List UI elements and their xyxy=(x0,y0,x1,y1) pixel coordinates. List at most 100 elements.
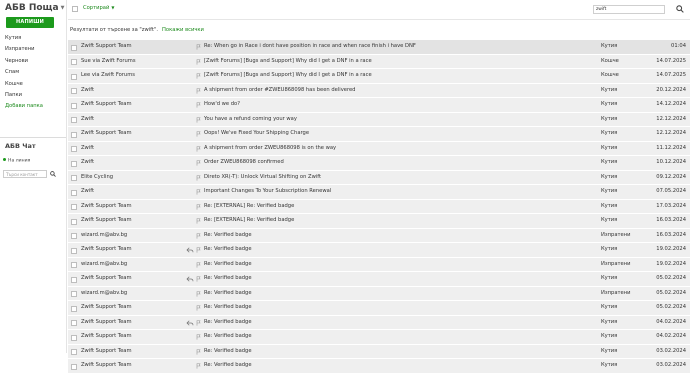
flag-icon[interactable] xyxy=(196,44,201,50)
flag-icon[interactable] xyxy=(196,102,201,108)
email-row[interactable]: Zwift Support Team Re: Verified badge Кути… xyxy=(68,315,690,330)
sidebar-item-spam[interactable]: Спам xyxy=(5,67,63,78)
email-row[interactable]: Zwift Support Team Re: Verified badge Кути… xyxy=(68,344,690,359)
email-date: 17.03.2024 xyxy=(656,202,686,209)
email-row[interactable]: Zwift A shipment from order ZWEU868098 is… xyxy=(68,141,690,156)
flag-icon[interactable] xyxy=(196,348,201,355)
flag-icon[interactable] xyxy=(196,116,201,123)
flag-icon[interactable] xyxy=(196,174,201,181)
email-sender: Zwift Support Team xyxy=(81,130,132,136)
email-checkbox[interactable] xyxy=(71,305,77,312)
email-row[interactable]: wizard.m@abv.bg Re: Verified badge Изпрате… xyxy=(68,257,690,272)
email-row[interactable]: Zwift Support Team Re: Verified badge Кути… xyxy=(68,359,690,374)
add-folder-link[interactable]: Добави папка xyxy=(5,101,63,112)
email-checkbox[interactable] xyxy=(71,102,77,109)
search-icon[interactable] xyxy=(50,171,56,177)
flag-icon[interactable] xyxy=(196,276,201,282)
sidebar-item-trash[interactable]: Кошче xyxy=(5,79,63,90)
email-checkbox[interactable] xyxy=(71,262,77,268)
contact-search-input[interactable]: Търси контакт xyxy=(3,170,47,178)
email-checkbox[interactable] xyxy=(71,233,77,239)
flag-icon[interactable] xyxy=(196,203,201,210)
email-checkbox[interactable] xyxy=(71,88,77,94)
compose-button[interactable]: НАПИШИ xyxy=(6,17,54,28)
email-checkbox[interactable] xyxy=(71,44,77,51)
email-checkbox[interactable] xyxy=(71,247,77,254)
chat-title[interactable]: АБВ Чат xyxy=(5,142,36,150)
chat-status[interactable]: На линия xyxy=(3,158,30,164)
search-input[interactable]: zwift xyxy=(593,5,665,14)
email-row[interactable]: Sue via Zwift Forums [Zwift Forums] [Bugs… xyxy=(68,54,690,69)
sidebar-item-folders[interactable]: Папки xyxy=(5,90,63,101)
search-icon[interactable] xyxy=(676,5,684,13)
email-checkbox[interactable] xyxy=(71,131,77,138)
email-date: 20.12.2024 xyxy=(656,86,686,93)
email-row[interactable]: Elite Cycling Direto XR(-T): Unlock Virtu… xyxy=(68,170,690,185)
flag-icon[interactable] xyxy=(196,247,201,253)
email-row[interactable]: Zwift A shipment from order #ZWEU868098 h… xyxy=(68,83,690,98)
email-row[interactable]: Zwift Support Team How'd we do? Кутия 14.12… xyxy=(68,98,690,113)
flag-icon[interactable] xyxy=(196,160,201,166)
app-logo[interactable]: АБВ Поща ▼ xyxy=(5,3,64,13)
email-sender: Elite Cycling xyxy=(81,173,114,180)
email-checkbox[interactable] xyxy=(71,160,77,167)
email-row[interactable]: Zwift Support Team Re: Verified badge Кути… xyxy=(68,301,690,316)
email-checkbox[interactable] xyxy=(71,218,77,225)
email-checkbox[interactable] xyxy=(71,59,77,65)
email-subject: You have a refund coming your way xyxy=(204,115,297,122)
email-row[interactable]: Zwift Support Team Re: Verified badge Кути… xyxy=(68,243,690,258)
flag-icon[interactable] xyxy=(196,218,201,224)
sidebar-item-inbox[interactable]: Кутия xyxy=(5,33,63,44)
flag-icon[interactable] xyxy=(196,232,201,239)
toolbar-divider xyxy=(68,19,690,20)
email-row[interactable]: Zwift Support Team Re: Verified badge Кути… xyxy=(68,272,690,287)
email-checkbox[interactable] xyxy=(71,117,77,123)
email-checkbox[interactable] xyxy=(71,349,77,355)
email-row[interactable]: Zwift Support Team Oops! We've Fixed Your… xyxy=(68,127,690,142)
email-row[interactable]: wizard.m@abv.bg Re: Verified badge Изпрате… xyxy=(68,286,690,301)
email-subject: How'd we do? xyxy=(204,101,240,107)
email-subject: Re: [EXTERNAL] Re: Verified badge xyxy=(204,202,295,209)
email-checkbox[interactable] xyxy=(71,204,77,210)
email-checkbox[interactable] xyxy=(71,291,77,297)
email-row[interactable]: Zwift You have a refund coming your way Ку… xyxy=(68,112,690,127)
email-row[interactable]: Zwift Important Changes To Your Subscript… xyxy=(68,185,690,200)
sidebar-item-drafts[interactable]: Чернови xyxy=(5,56,63,67)
flag-icon[interactable] xyxy=(196,334,201,340)
email-row[interactable]: Zwift Support Team Re: [EXTERNAL] Re: Ver… xyxy=(68,214,690,229)
folder-list: Кутия Изпратени Чернови Спам Кошче Папки… xyxy=(5,33,63,113)
email-checkbox[interactable] xyxy=(71,73,77,80)
email-row[interactable]: Zwift Support Team Re: When go in Race i … xyxy=(68,40,690,55)
email-row[interactable]: Lee via Zwift Forums [Zwift Forums] [Bugs… xyxy=(68,69,690,84)
flag-icon[interactable] xyxy=(196,305,201,311)
chevron-down-icon: ▼ xyxy=(111,5,115,10)
email-checkbox[interactable] xyxy=(71,276,77,283)
email-checkbox[interactable] xyxy=(71,363,77,370)
email-row[interactable]: Zwift Support Team Re: [EXTERNAL] Re: Ver… xyxy=(68,199,690,214)
email-row[interactable]: wizard.m@abv.bg Re: Verified badge Изпрате… xyxy=(68,228,690,243)
email-checkbox[interactable] xyxy=(71,320,77,326)
flag-icon[interactable] xyxy=(196,290,201,297)
email-row[interactable]: Zwift Order ZWEU868098 confirmed Кутия 10.1… xyxy=(68,156,690,171)
flag-icon[interactable] xyxy=(196,73,201,79)
email-checkbox[interactable] xyxy=(71,189,77,196)
email-checkbox[interactable] xyxy=(71,175,77,181)
email-subject: A shipment from order ZWEU868098 is on t… xyxy=(204,144,337,151)
flag-icon[interactable] xyxy=(196,87,201,94)
flag-icon[interactable] xyxy=(196,363,201,369)
sort-dropdown[interactable]: Сортирай ▼ xyxy=(83,5,114,11)
flag-icon[interactable] xyxy=(196,145,201,152)
sidebar-item-sent[interactable]: Изпратени xyxy=(5,44,63,55)
flag-icon[interactable] xyxy=(196,319,201,326)
select-all-checkbox[interactable] xyxy=(72,6,78,12)
email-subject: Important Changes To Your Subscription R… xyxy=(204,188,332,194)
flag-icon[interactable] xyxy=(196,58,201,65)
email-row[interactable]: Zwift Support Team Re: Verified badge Кути… xyxy=(68,330,690,345)
email-checkbox[interactable] xyxy=(71,146,77,152)
show-all-link[interactable]: Покажи всички xyxy=(162,27,204,33)
email-checkbox[interactable] xyxy=(71,334,77,341)
email-date: 01:04 xyxy=(671,43,686,49)
flag-icon[interactable] xyxy=(196,189,201,195)
flag-icon[interactable] xyxy=(196,131,201,137)
flag-icon[interactable] xyxy=(196,261,201,268)
